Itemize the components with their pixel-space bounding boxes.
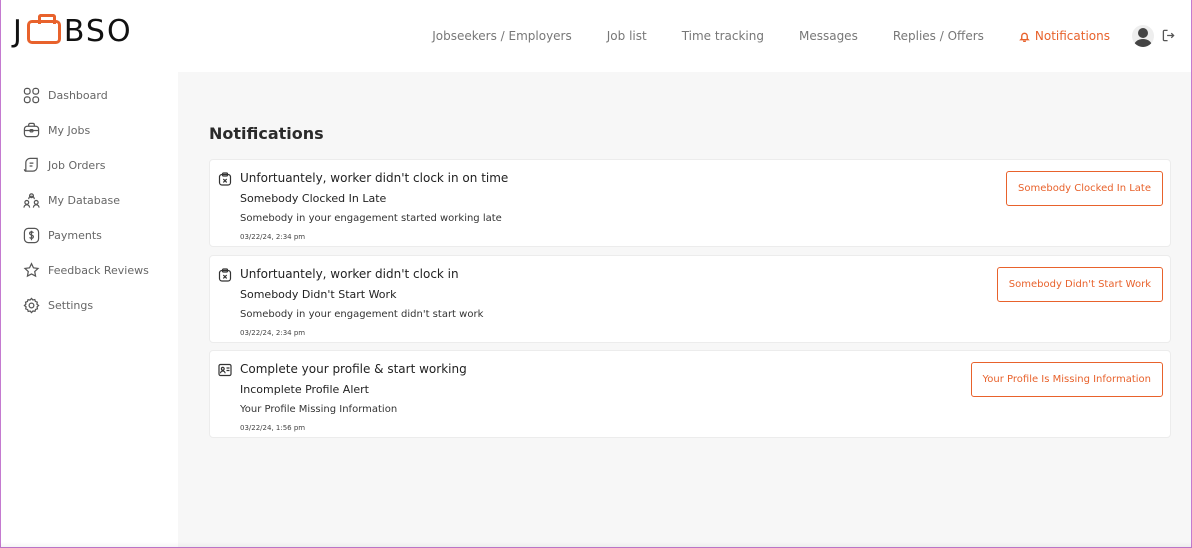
top-nav: Jobseekers / Employers Job list Time tra… bbox=[432, 22, 1191, 50]
clipboard-x-icon bbox=[218, 267, 232, 282]
clipboard-x-icon bbox=[218, 171, 232, 186]
notification-card: Complete your profile & start working In… bbox=[209, 350, 1171, 438]
notification-card: Unfortuantely, worker didn't clock in on… bbox=[209, 159, 1171, 247]
sidebar-item-label: My Jobs bbox=[48, 124, 91, 137]
nav-link-notifications[interactable]: Notifications bbox=[1019, 29, 1110, 43]
dollar-icon bbox=[23, 227, 40, 244]
notification-action-button[interactable]: Your Profile Is Missing Information bbox=[970, 362, 1163, 397]
top-bar: Jobseekers / Employers Job list Time tra… bbox=[178, 0, 1191, 72]
sidebar-item-label: Dashboard bbox=[48, 89, 108, 102]
notification-action-button[interactable]: Somebody Clocked In Late bbox=[1006, 171, 1163, 206]
star-icon bbox=[23, 262, 40, 278]
sidebar-item-my-database[interactable]: My Database bbox=[23, 183, 149, 218]
notification-timestamp: 03/22/24, 2:34 pm bbox=[240, 233, 306, 241]
jobso-logo[interactable]: J BSO bbox=[13, 13, 133, 49]
sidebar-item-dashboard[interactable]: Dashboard bbox=[23, 78, 149, 113]
sidebar-item-label: Feedback Reviews bbox=[48, 264, 149, 277]
logo-letter-j: J bbox=[13, 13, 24, 49]
notification-subtitle: Somebody Clocked In Late bbox=[240, 192, 387, 205]
nav-link-job-list[interactable]: Job list bbox=[607, 29, 647, 43]
notification-action-button[interactable]: Somebody Didn't Start Work bbox=[996, 267, 1163, 302]
main-content: Notifications Unfortuantely, worker didn… bbox=[178, 72, 1191, 547]
notification-subtitle: Incomplete Profile Alert bbox=[240, 383, 369, 396]
notification-subtitle: Somebody Didn't Start Work bbox=[240, 288, 397, 301]
nav-link-messages[interactable]: Messages bbox=[799, 29, 858, 43]
notification-title: Unfortuantely, worker didn't clock in bbox=[240, 267, 459, 281]
notification-description: Somebody in your engagement started work… bbox=[240, 213, 502, 224]
notification-card: Unfortuantely, worker didn't clock in So… bbox=[209, 255, 1171, 343]
notification-description: Somebody in your engagement didn't start… bbox=[240, 309, 484, 320]
nav-link-time-tracking[interactable]: Time tracking bbox=[682, 29, 764, 43]
notification-description: Your Profile Missing Information bbox=[240, 404, 398, 415]
sidebar-item-job-orders[interactable]: Job Orders bbox=[23, 148, 149, 183]
notification-title: Complete your profile & start working bbox=[240, 362, 467, 376]
sidebar: J BSO Dashboard My Jobs Job Orders My Da… bbox=[1, 0, 178, 547]
notification-timestamp: 03/22/24, 2:34 pm bbox=[240, 329, 306, 337]
sidebar-item-my-jobs[interactable]: My Jobs bbox=[23, 113, 149, 148]
logo-letters-bso: BSO bbox=[63, 13, 133, 49]
nav-link-replies-offers[interactable]: Replies / Offers bbox=[893, 29, 984, 43]
sidebar-item-label: Settings bbox=[48, 299, 94, 312]
gear-icon bbox=[23, 297, 40, 314]
sidebar-item-settings[interactable]: Settings bbox=[23, 288, 149, 323]
avatar[interactable] bbox=[1132, 25, 1154, 47]
sidebar-nav: Dashboard My Jobs Job Orders My Database… bbox=[23, 78, 149, 323]
sidebar-item-label: Job Orders bbox=[48, 159, 106, 172]
nav-link-label: Notifications bbox=[1034, 29, 1110, 43]
page-title: Notifications bbox=[209, 124, 324, 143]
order-icon bbox=[23, 157, 38, 172]
logout-icon bbox=[1162, 29, 1175, 41]
profile-card-icon bbox=[218, 362, 232, 377]
logout-button[interactable] bbox=[1162, 27, 1191, 46]
notification-title: Unfortuantely, worker didn't clock in on… bbox=[240, 171, 509, 185]
sidebar-item-payments[interactable]: Payments bbox=[23, 218, 149, 253]
sidebar-item-label: Payments bbox=[48, 229, 102, 242]
notification-timestamp: 03/22/24, 1:56 pm bbox=[240, 424, 306, 432]
bottom-shadow bbox=[0, 542, 1192, 548]
sidebar-item-feedback-reviews[interactable]: Feedback Reviews bbox=[23, 253, 149, 288]
grid-icon bbox=[23, 87, 40, 104]
people-icon bbox=[23, 193, 40, 208]
bell-icon bbox=[1019, 32, 1030, 42]
briefcase-icon bbox=[23, 122, 40, 138]
briefcase-logo-icon bbox=[26, 14, 61, 44]
sidebar-item-label: My Database bbox=[48, 194, 120, 207]
nav-link-jobseekers-employers[interactable]: Jobseekers / Employers bbox=[432, 29, 572, 43]
